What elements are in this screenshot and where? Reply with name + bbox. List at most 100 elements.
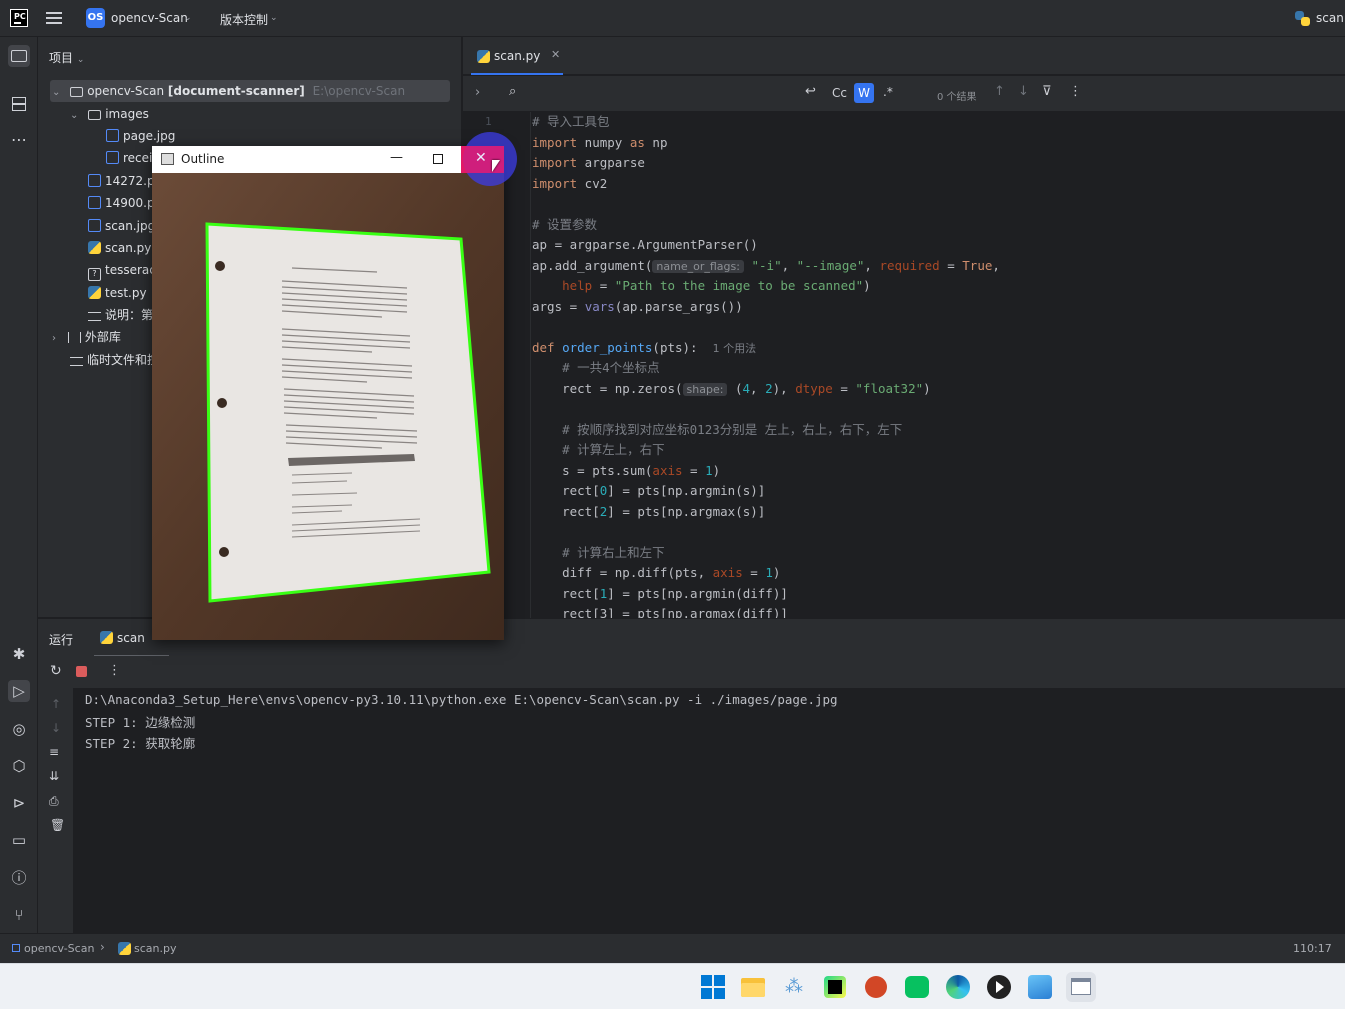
scanned-photo <box>152 173 504 640</box>
soft-wrap-icon[interactable]: ≡ <box>49 745 59 759</box>
console-line: STEP 1: 边缘检测 <box>85 715 196 730</box>
regex-toggle[interactable]: .* <box>883 85 893 99</box>
filter-icon[interactable]: ⊽ <box>1042 84 1052 99</box>
search-icon[interactable]: ⌕ <box>509 84 516 99</box>
edge-browser-icon[interactable] <box>943 972 973 1002</box>
photos-icon[interactable] <box>1025 972 1055 1002</box>
unknown-file-icon: ? <box>88 268 101 281</box>
network-app-icon[interactable]: ⁂ <box>779 972 809 1002</box>
tree-item-page-jpg[interactable]: page.jpg <box>106 125 175 147</box>
tree-item-scratches[interactable]: 临时文件和控 <box>70 349 159 371</box>
punch-hole <box>215 261 225 271</box>
chevron-down-icon: ⌄ <box>52 87 61 98</box>
trash-icon[interactable]: 🗑 <box>50 818 65 832</box>
tree-item-tesseract[interactable]: ? tesseract <box>88 259 161 281</box>
match-case-toggle[interactable]: Cc <box>832 86 847 100</box>
code-editor[interactable]: # 导入工具包 import numpy as np import argpar… <box>532 112 1345 618</box>
more-vertical-icon[interactable]: ⋮ <box>108 663 121 678</box>
code-token: rect[ <box>532 483 600 498</box>
breadcrumb-project[interactable]: opencv-Scan <box>24 942 94 955</box>
tree-item-test-py[interactable]: test.py <box>88 282 147 304</box>
tab-scan-py[interactable]: scan.py ✕ <box>471 37 563 75</box>
tree-label: images <box>105 107 149 121</box>
debug-icon[interactable]: ✱ <box>8 643 30 665</box>
media-player-icon[interactable] <box>984 972 1014 1002</box>
image-file-icon <box>88 174 101 187</box>
rerun-icon[interactable]: ↻ <box>50 663 62 679</box>
chevron-right-icon[interactable]: › <box>475 85 480 100</box>
stop-button[interactable] <box>76 666 87 677</box>
problems-icon[interactable]: ⓘ <box>8 867 30 889</box>
structure-icon[interactable] <box>8 93 30 115</box>
arrow-down-icon[interactable]: ↓ <box>51 721 61 735</box>
scroll-to-end-icon[interactable]: ⇊ <box>49 769 59 783</box>
minimize-icon[interactable]: — <box>390 150 403 165</box>
whole-word-toggle[interactable]: W <box>854 83 874 103</box>
code-token: def <box>532 339 555 355</box>
windows-taskbar: ⁂ <box>0 963 1345 1009</box>
code-line: rect[1] = pts[np.argmin(diff)] <box>532 584 788 605</box>
services-icon[interactable]: ⊳ <box>8 792 30 814</box>
code-line: # 设置参数 <box>532 215 597 236</box>
pycharm-logo-icon[interactable]: PC <box>10 9 28 27</box>
opencv-window-taskbar-icon[interactable] <box>1066 972 1096 1002</box>
cursor-position[interactable]: 110:17 <box>1293 942 1332 955</box>
print-icon[interactable]: ⎙ <box>49 794 59 809</box>
tree-item-scan-py[interactable]: scan.py <box>88 237 151 259</box>
more-icon[interactable]: ⋯ <box>8 129 30 151</box>
arrow-up-icon[interactable]: ↑ <box>51 697 61 711</box>
project-panel-title[interactable]: 项目 ⌄ <box>49 49 84 66</box>
code-comment: # 计算左上，右下 <box>532 442 665 457</box>
close-icon: ✕ <box>475 150 487 166</box>
code-token: "Path to the image to be scanned" <box>614 278 864 293</box>
code-token: ap = argparse.ArgumentParser() <box>532 237 758 252</box>
powerpoint-icon[interactable] <box>861 972 891 1002</box>
pycharm-taskbar-icon[interactable] <box>820 972 850 1002</box>
python-packages-icon[interactable]: ⬡ <box>8 755 30 777</box>
parameter-hint: name_or_flags: <box>652 259 744 273</box>
chevron-down-icon: ⌄ <box>184 13 192 23</box>
breadcrumb-file[interactable]: scan.py <box>134 942 176 955</box>
maximize-icon[interactable] <box>433 154 443 164</box>
close-icon[interactable]: ✕ <box>551 48 560 61</box>
wechat-icon[interactable] <box>902 972 932 1002</box>
tree-item-images[interactable]: ⌄ images <box>70 103 149 125</box>
windows-start-icon[interactable] <box>698 972 728 1002</box>
new-line-icon[interactable]: ↩ <box>805 84 816 99</box>
tree-root[interactable]: ⌄ opencv-Scan [document-scanner] E:\open… <box>52 80 405 102</box>
code-token: rect[ <box>532 585 600 601</box>
run-icon[interactable]: ▷ <box>8 680 30 702</box>
usages-hint[interactable]: 1 个用法 <box>713 342 757 355</box>
code-token: ] = pts[np.argmin(diff)] <box>607 585 788 601</box>
run-config-selector[interactable]: scan <box>1316 11 1344 25</box>
project-switcher[interactable]: opencv-Scan <box>111 11 188 25</box>
code-line: # 计算右上和左下 <box>532 543 665 564</box>
outline-window-titlebar[interactable]: Outline — ✕ <box>152 146 504 173</box>
search-input[interactable] <box>529 82 789 104</box>
chevron-right-icon: › <box>100 940 105 954</box>
terminal-icon[interactable]: ▭ <box>8 829 30 851</box>
arrow-up-icon[interactable]: ↑ <box>994 84 1005 99</box>
project-badge[interactable]: OS <box>86 8 105 28</box>
code-token: 1 <box>705 462 713 478</box>
main-menu-icon[interactable] <box>46 10 62 26</box>
console-line: STEP 2: 获取轮廓 <box>85 736 196 751</box>
folder-icon[interactable] <box>8 45 30 67</box>
file-explorer-icon[interactable] <box>738 972 768 1002</box>
tree-item-readme[interactable]: 说明：第1 <box>88 304 161 326</box>
tree-label: page.jpg <box>123 129 176 143</box>
code-comment: # 导入工具包 <box>532 114 610 129</box>
code-line: import cv2 <box>532 174 607 195</box>
tree-item-scan-jpg[interactable]: scan.jpg <box>88 215 155 237</box>
vcs-menu[interactable]: 版本控制 <box>220 11 268 28</box>
window-app-icon <box>161 153 174 165</box>
chevron-down-icon: ⌄ <box>76 55 85 65</box>
more-vertical-icon[interactable]: ⋮ <box>1069 84 1082 99</box>
outline-window[interactable]: Outline — ✕ <box>152 146 504 640</box>
arrow-down-icon[interactable]: ↓ <box>1018 84 1029 99</box>
git-icon[interactable]: ⑂ <box>8 904 30 926</box>
console-output[interactable]: D:\Anaconda3_Setup_Here\envs\opencv-py3.… <box>74 688 1345 933</box>
python-console-icon[interactable]: ◎ <box>8 718 30 740</box>
tree-label: test.py <box>105 286 147 300</box>
tree-item-external-libs[interactable]: › 外部库 <box>52 326 121 348</box>
